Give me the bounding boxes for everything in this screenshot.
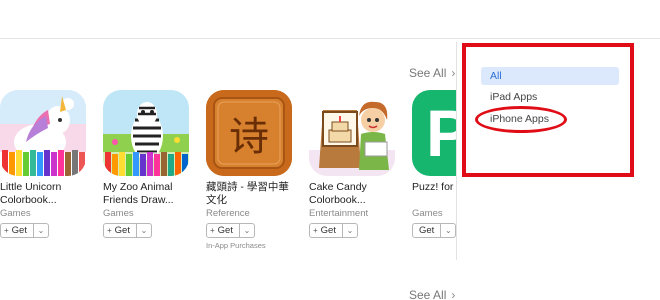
see-all-link[interactable]: See All › [409, 66, 455, 80]
app-icon[interactable] [309, 90, 395, 176]
get-button[interactable]: + Get [309, 223, 343, 238]
app-tile[interactable]: P Puzz! for Instagram Games Get ⌄ [412, 90, 456, 238]
app-tile[interactable]: My Zoo Animal Friends Draw... Games + Ge… [103, 90, 203, 238]
plus-icon: + [107, 226, 112, 235]
see-all-label: See All [409, 288, 447, 300]
app-category[interactable]: Games [103, 208, 203, 219]
app-row: Little Unicorn Colorbook... Games + Get … [0, 90, 456, 260]
chevron-down-icon[interactable]: ⌄ [136, 223, 152, 238]
chevron-down-icon[interactable]: ⌄ [441, 223, 456, 238]
get-button[interactable]: + Get [0, 223, 34, 238]
app-category[interactable]: Reference [206, 208, 306, 219]
puzz-glyph: P [426, 96, 456, 170]
get-button-group: + Get ⌄ [0, 223, 100, 238]
get-button-group: Get ⌄ [412, 223, 456, 238]
app-category[interactable]: Games [0, 208, 100, 219]
app-tile[interactable]: Cake Candy Colorbook... Entertainment + … [309, 90, 409, 238]
get-label: Get [217, 225, 233, 236]
plus-icon: + [210, 226, 215, 235]
get-button[interactable]: + Get [103, 223, 137, 238]
plus-icon: + [313, 226, 318, 235]
chevron-right-icon: › [451, 288, 456, 300]
get-label: Get [419, 225, 435, 236]
app-icon[interactable] [103, 90, 189, 176]
app-name[interactable]: Little Unicorn Colorbook... [0, 181, 92, 207]
top-divider [0, 38, 660, 39]
in-app-purchases-note: In-App Purchases [206, 241, 266, 250]
app-name[interactable]: Cake Candy Colorbook... [309, 181, 401, 207]
poem-glyph: 诗 [229, 114, 269, 160]
app-icon[interactable]: P [412, 90, 456, 176]
app-tile[interactable]: 诗 藏頭詩 - 學習中華文化 Reference + Get ⌄ In-App … [206, 90, 306, 250]
app-name[interactable]: 藏頭詩 - 學習中華文化 [206, 181, 298, 207]
plus-icon: + [4, 226, 9, 235]
get-button-group: + Get ⌄ [309, 223, 409, 238]
menu-item-all[interactable]: All [481, 67, 619, 85]
menu-item-iphone-apps[interactable]: iPhone Apps [481, 110, 619, 128]
app-category[interactable]: Entertainment [309, 208, 409, 219]
get-label: Get [320, 225, 336, 236]
see-all-label: See All [409, 66, 447, 80]
chevron-down-icon[interactable]: ⌄ [33, 223, 49, 238]
get-button[interactable]: Get [412, 223, 442, 238]
chevron-down-icon[interactable]: ⌄ [239, 223, 255, 238]
app-name[interactable]: My Zoo Animal Friends Draw... [103, 181, 195, 207]
get-button-group: + Get ⌄ [103, 223, 203, 238]
get-button-group: + Get ⌄ [206, 223, 306, 238]
app-category[interactable]: Games [412, 208, 456, 219]
app-icon[interactable]: 诗 [206, 90, 292, 176]
get-label: Get [11, 225, 27, 236]
platform-filter-menu: All iPad Apps iPhone Apps [456, 42, 660, 260]
app-name[interactable]: Puzz! for Instagram [412, 181, 456, 207]
get-label: Get [114, 225, 130, 236]
chevron-right-icon: › [451, 66, 456, 80]
menu-item-ipad-apps[interactable]: iPad Apps [481, 88, 619, 106]
chevron-down-icon[interactable]: ⌄ [342, 223, 358, 238]
see-all-link[interactable]: See All › [409, 288, 455, 300]
get-button[interactable]: + Get [206, 223, 240, 238]
app-icon[interactable] [0, 90, 86, 176]
app-tile[interactable]: Little Unicorn Colorbook... Games + Get … [0, 90, 100, 238]
